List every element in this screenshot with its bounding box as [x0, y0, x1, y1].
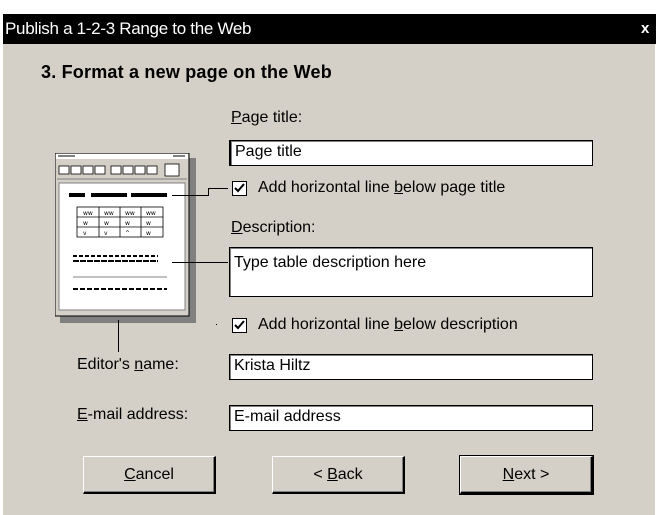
- cancel-button[interactable]: Cancel: [83, 456, 216, 494]
- hline-desc-label[interactable]: Add horizontal line below description: [258, 316, 518, 334]
- svg-text:w: w: [104, 220, 109, 227]
- back-button[interactable]: < Back: [272, 456, 405, 494]
- svg-text:ww: ww: [104, 210, 114, 217]
- page-title-input[interactable]: Page title: [229, 140, 593, 166]
- svg-text:^: ^: [125, 230, 130, 237]
- editor-name-input[interactable]: Krista Hiltz: [229, 354, 593, 380]
- svg-text:w: w: [125, 220, 130, 227]
- hline-desc-checkbox[interactable]: [232, 318, 247, 333]
- svg-text:ww: ww: [83, 210, 93, 217]
- connector-line: [172, 195, 209, 196]
- svg-text:v: v: [104, 230, 108, 237]
- email-label: E-mail address:: [77, 406, 189, 423]
- svg-text:w: w: [146, 230, 151, 237]
- web-page-preview-icon: ww ww ww ww wwww v v ^ w: [55, 153, 196, 323]
- next-button[interactable]: Next >: [459, 455, 594, 495]
- description-input[interactable]: Type table description here: [229, 247, 593, 297]
- step-heading: 3. Format a new page on the Web: [41, 62, 332, 82]
- description-label: Description:: [231, 219, 316, 236]
- hline-title-checkbox[interactable]: [232, 181, 247, 196]
- hline-title-label[interactable]: Add horizontal line below page title: [258, 179, 505, 197]
- close-icon[interactable]: x: [638, 14, 652, 44]
- svg-text:ww: ww: [146, 210, 156, 217]
- title-bar: Publish a 1-2-3 Range to the Web x: [3, 14, 656, 44]
- page-title-label: Page title:: [231, 109, 303, 126]
- svg-text:w: w: [146, 220, 151, 227]
- connector-line: [118, 320, 119, 352]
- svg-text:ww: ww: [125, 210, 135, 217]
- connector-line: [208, 188, 228, 189]
- email-input[interactable]: E-mail address: [229, 405, 593, 431]
- checkmark-icon: [234, 320, 245, 330]
- svg-text:w: w: [83, 220, 88, 227]
- checkmark-icon: [234, 183, 245, 193]
- window-title: Publish a 1-2-3 Range to the Web: [5, 19, 252, 38]
- editor-name-label: Editor's name:: [77, 356, 179, 373]
- connector-line: [172, 262, 228, 263]
- svg-text:v: v: [83, 230, 87, 237]
- connector-line: [216, 324, 217, 325]
- connector-line: [208, 188, 209, 196]
